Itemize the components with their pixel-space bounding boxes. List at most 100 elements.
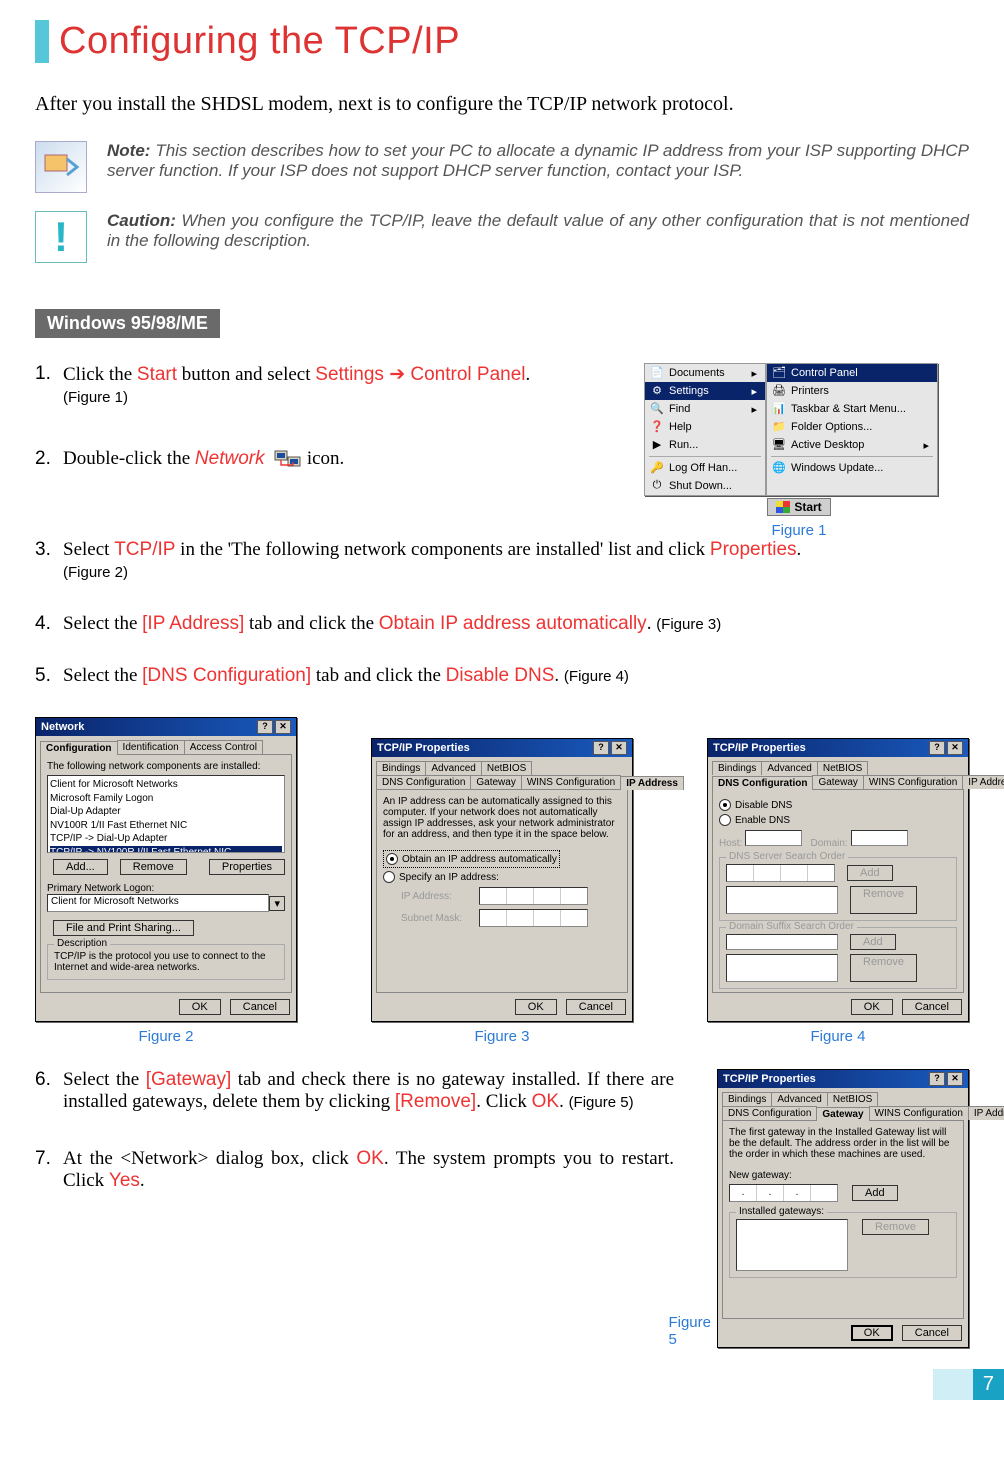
- remove-button[interactable]: Remove: [850, 954, 917, 982]
- step-3: 3. Select TCP/IP in the 'The following n…: [35, 539, 969, 583]
- hl-remove: [Remove]: [395, 1091, 476, 1112]
- cancel-button[interactable]: Cancel: [902, 1325, 962, 1341]
- figure-1-startmenu: 📄Documents▸ ⚙Settings▸ 🔍Find▸ ❓Help ▶Run…: [644, 363, 954, 516]
- primary-logon-select[interactable]: Client for Microsoft Networks: [47, 894, 269, 912]
- properties-button[interactable]: Properties: [209, 859, 285, 875]
- cancel-button[interactable]: Cancel: [902, 999, 962, 1015]
- hl-action: Disable DNS: [446, 665, 555, 686]
- figure-3-dialog: TCP/IP Properties ?✕ Bindings Advanced N…: [371, 738, 633, 1022]
- menu-item[interactable]: 🔍Find▸: [645, 400, 765, 418]
- hl-ok: OK: [356, 1148, 383, 1169]
- hl-tab: [IP Address]: [142, 613, 244, 634]
- menu-item[interactable]: 📊Taskbar & Start Menu...: [767, 400, 937, 418]
- remove-button[interactable]: Remove: [120, 859, 187, 875]
- menu-item[interactable]: 🖨Printers: [767, 382, 937, 400]
- step-6: 6. Select the [Gateway] tab and check th…: [35, 1069, 674, 1113]
- menu-item[interactable]: 📄Documents▸: [645, 364, 765, 382]
- page-number: 7: [973, 1369, 1004, 1400]
- note-text: Note: This section describes how to set …: [107, 141, 969, 181]
- installed-gateways-list[interactable]: [736, 1219, 848, 1271]
- figure-ref: (Figure 2): [63, 564, 128, 581]
- close-icon[interactable]: ✕: [947, 1072, 963, 1086]
- tab-accesscontrol[interactable]: Access Control: [184, 740, 263, 754]
- figure-2-dialog: Network ?✕ Configuration Identification …: [35, 717, 297, 1022]
- intro-paragraph: After you install the SHDSL modem, next …: [35, 93, 969, 116]
- menu-item[interactable]: 📁Folder Options...: [767, 418, 937, 436]
- close-icon[interactable]: ✕: [611, 741, 627, 755]
- menu-item[interactable]: 🔑Log Off Han...: [645, 459, 765, 477]
- figure-2-caption: Figure 2: [138, 1028, 193, 1045]
- new-gateway-field[interactable]: ...: [729, 1184, 838, 1202]
- step-4: 4. Select the [IP Address] tab and click…: [35, 613, 969, 635]
- help-icon[interactable]: ?: [929, 741, 945, 755]
- cancel-button[interactable]: Cancel: [566, 999, 626, 1015]
- figure-1-caption: Figure 1: [629, 522, 969, 539]
- tab-dns[interactable]: DNS Configuration: [712, 776, 813, 790]
- caution-callout: ! Caution: When you configure the TCP/IP…: [35, 211, 969, 263]
- menu-item-settings[interactable]: ⚙Settings▸: [645, 382, 765, 400]
- help-icon[interactable]: ?: [257, 720, 273, 734]
- hl-tcpip: TCP/IP: [114, 539, 175, 560]
- start-button[interactable]: Start: [767, 498, 830, 516]
- figure-ref: (Figure 5): [569, 1094, 634, 1111]
- tab-ipaddress[interactable]: IP Address: [620, 776, 684, 790]
- radio-enable-dns[interactable]: Enable DNS: [719, 814, 957, 826]
- menu-item[interactable]: 🖥Active Desktop▸: [767, 436, 937, 454]
- ok-button[interactable]: OK: [851, 999, 893, 1015]
- menu-item[interactable]: ▶Run...: [645, 436, 765, 454]
- add-button[interactable]: Add...: [53, 859, 108, 875]
- ip-address-field[interactable]: [479, 887, 588, 905]
- menu-item[interactable]: ❓Help: [645, 418, 765, 436]
- add-button[interactable]: Add: [852, 1185, 898, 1201]
- help-icon[interactable]: ?: [929, 1072, 945, 1086]
- figure-ref: (Figure 4): [564, 668, 629, 685]
- hl-tab: [DNS Configuration]: [142, 665, 311, 686]
- step-number: 7.: [35, 1148, 63, 1170]
- remove-button[interactable]: Remove: [862, 1219, 929, 1235]
- add-button[interactable]: Add: [847, 865, 893, 881]
- file-print-sharing-button[interactable]: File and Print Sharing...: [53, 920, 194, 936]
- figure-4-caption: Figure 4: [810, 1028, 865, 1045]
- note-lead: Note:: [107, 141, 150, 160]
- cancel-button[interactable]: Cancel: [230, 999, 290, 1015]
- ok-button[interactable]: OK: [851, 1325, 893, 1341]
- figure-ref: (Figure 3): [656, 616, 721, 633]
- caution-text: Caution: When you configure the TCP/IP, …: [107, 211, 969, 251]
- note-body: This section describes how to set your P…: [107, 141, 969, 180]
- menu-item[interactable]: 🌐Windows Update...: [767, 459, 937, 477]
- caution-icon: !: [35, 211, 87, 263]
- step-number: 5.: [35, 665, 63, 687]
- radio-disable-dns[interactable]: Disable DNS: [719, 799, 957, 811]
- step-number: 3.: [35, 539, 63, 561]
- note-icon: [35, 141, 87, 193]
- radio-obtain-auto[interactable]: Obtain an IP address automatically: [383, 850, 560, 868]
- ok-button[interactable]: OK: [515, 999, 557, 1015]
- hl-path: Settings ➔ Control Panel: [315, 364, 525, 385]
- menu-item-controlpanel[interactable]: 🗂Control Panel: [767, 364, 937, 382]
- step-1: 1. Click the Start button and select Set…: [35, 363, 629, 408]
- add-button[interactable]: Add: [850, 934, 896, 950]
- dropdown-icon[interactable]: ▾: [269, 896, 285, 911]
- hl-start: Start: [137, 364, 177, 385]
- step-7: 7. At the <Network> dialog box, click OK…: [35, 1148, 674, 1192]
- menu-item[interactable]: ⏻Shut Down...: [645, 477, 765, 495]
- radio-specify[interactable]: Specify an IP address:: [383, 871, 621, 883]
- step-number: 2.: [35, 448, 63, 470]
- subnet-mask-field[interactable]: [479, 909, 588, 927]
- note-callout: Note: This section describes how to set …: [35, 141, 969, 193]
- network-icon: [274, 449, 302, 471]
- figure-ref: (Figure 1): [63, 389, 128, 406]
- step-number: 4.: [35, 613, 63, 635]
- hl-tab: [Gateway]: [146, 1069, 232, 1090]
- close-icon[interactable]: ✕: [275, 720, 291, 734]
- tab-identification[interactable]: Identification: [117, 740, 185, 754]
- close-icon[interactable]: ✕: [947, 741, 963, 755]
- help-icon[interactable]: ?: [593, 741, 609, 755]
- tab-configuration[interactable]: Configuration: [40, 741, 118, 755]
- figures-row: Network ?✕ Configuration Identification …: [35, 717, 969, 1045]
- tab-gateway[interactable]: Gateway: [816, 1107, 869, 1121]
- hl-ok: OK: [532, 1091, 559, 1112]
- ok-button[interactable]: OK: [179, 999, 221, 1015]
- components-list[interactable]: Client for Microsoft Networks Microsoft …: [47, 775, 285, 853]
- remove-button[interactable]: Remove: [850, 886, 917, 914]
